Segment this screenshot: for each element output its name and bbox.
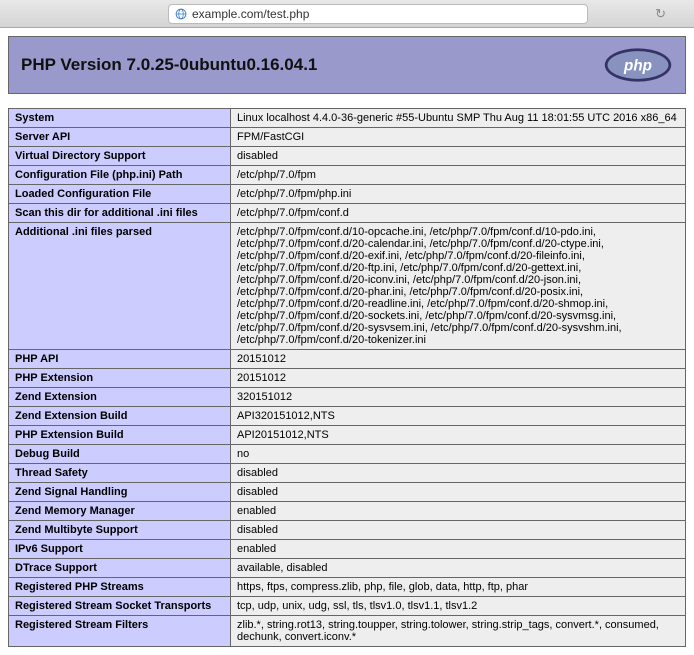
config-key: Server API	[9, 128, 231, 147]
table-row: Loaded Configuration File/etc/php/7.0/fp…	[9, 185, 686, 204]
config-value: no	[231, 445, 686, 464]
table-row: Debug Buildno	[9, 445, 686, 464]
config-value: API20151012,NTS	[231, 426, 686, 445]
config-key: Zend Extension	[9, 388, 231, 407]
config-key: Scan this dir for additional .ini files	[9, 204, 231, 223]
config-key: Zend Extension Build	[9, 407, 231, 426]
page-title: PHP Version 7.0.25-0ubuntu0.16.04.1	[21, 55, 317, 75]
table-row: Zend Signal Handlingdisabled	[9, 483, 686, 502]
table-row: Additional .ini files parsed/etc/php/7.0…	[9, 223, 686, 350]
config-value: zlib.*, string.rot13, string.toupper, st…	[231, 616, 686, 647]
svg-text:php: php	[623, 58, 652, 75]
config-value: enabled	[231, 502, 686, 521]
config-key: Registered Stream Socket Transports	[9, 597, 231, 616]
url-bar[interactable]: example.com/test.php	[168, 4, 588, 24]
config-key: Registered PHP Streams	[9, 578, 231, 597]
config-value: /etc/php/7.0/fpm/conf.d/10-opcache.ini, …	[231, 223, 686, 350]
config-key: PHP Extension Build	[9, 426, 231, 445]
config-key: Thread Safety	[9, 464, 231, 483]
config-value: /etc/php/7.0/fpm/conf.d	[231, 204, 686, 223]
table-row: Zend Multibyte Supportdisabled	[9, 521, 686, 540]
url-text: example.com/test.php	[192, 7, 309, 21]
table-row: Configuration File (php.ini) Path/etc/ph…	[9, 166, 686, 185]
config-value: /etc/php/7.0/fpm	[231, 166, 686, 185]
config-value: disabled	[231, 521, 686, 540]
table-row: Zend Extension BuildAPI320151012,NTS	[9, 407, 686, 426]
table-row: Thread Safetydisabled	[9, 464, 686, 483]
table-row: PHP Extension20151012	[9, 369, 686, 388]
table-row: Virtual Directory Supportdisabled	[9, 147, 686, 166]
config-key: PHP Extension	[9, 369, 231, 388]
config-value: Linux localhost 4.4.0-36-generic #55-Ubu…	[231, 109, 686, 128]
config-value: disabled	[231, 483, 686, 502]
config-key: Registered Stream Filters	[9, 616, 231, 647]
table-row: SystemLinux localhost 4.4.0-36-generic #…	[9, 109, 686, 128]
page-content: PHP Version 7.0.25-0ubuntu0.16.04.1 php …	[0, 28, 694, 655]
config-value: disabled	[231, 147, 686, 166]
table-row: PHP Extension BuildAPI20151012,NTS	[9, 426, 686, 445]
config-key: System	[9, 109, 231, 128]
config-key: Zend Signal Handling	[9, 483, 231, 502]
config-key: Virtual Directory Support	[9, 147, 231, 166]
table-row: Registered PHP Streamshttps, ftps, compr…	[9, 578, 686, 597]
table-row: Scan this dir for additional .ini files/…	[9, 204, 686, 223]
phpinfo-header: PHP Version 7.0.25-0ubuntu0.16.04.1 php	[8, 36, 686, 94]
config-value: https, ftps, compress.zlib, php, file, g…	[231, 578, 686, 597]
config-key: PHP API	[9, 350, 231, 369]
php-logo: php	[603, 47, 673, 83]
table-row: Server APIFPM/FastCGI	[9, 128, 686, 147]
phpinfo-table: SystemLinux localhost 4.4.0-36-generic #…	[8, 108, 686, 647]
config-value: available, disabled	[231, 559, 686, 578]
config-value: 20151012	[231, 350, 686, 369]
table-row: Zend Extension320151012	[9, 388, 686, 407]
config-value: /etc/php/7.0/fpm/php.ini	[231, 185, 686, 204]
config-value: 20151012	[231, 369, 686, 388]
config-key: Configuration File (php.ini) Path	[9, 166, 231, 185]
table-row: DTrace Supportavailable, disabled	[9, 559, 686, 578]
config-key: Zend Multibyte Support	[9, 521, 231, 540]
table-row: PHP API20151012	[9, 350, 686, 369]
config-key: Additional .ini files parsed	[9, 223, 231, 350]
config-key: Loaded Configuration File	[9, 185, 231, 204]
table-row: Zend Memory Managerenabled	[9, 502, 686, 521]
config-value: tcp, udp, unix, udg, ssl, tls, tlsv1.0, …	[231, 597, 686, 616]
globe-icon	[175, 8, 187, 20]
refresh-icon[interactable]: ↻	[655, 6, 666, 22]
config-value: API320151012,NTS	[231, 407, 686, 426]
table-row: Registered Stream Socket Transportstcp, …	[9, 597, 686, 616]
config-value: disabled	[231, 464, 686, 483]
config-key: DTrace Support	[9, 559, 231, 578]
config-key: Zend Memory Manager	[9, 502, 231, 521]
browser-toolbar: example.com/test.php ↻	[0, 0, 694, 28]
config-key: Debug Build	[9, 445, 231, 464]
table-row: Registered Stream Filterszlib.*, string.…	[9, 616, 686, 647]
config-value: 320151012	[231, 388, 686, 407]
config-value: FPM/FastCGI	[231, 128, 686, 147]
